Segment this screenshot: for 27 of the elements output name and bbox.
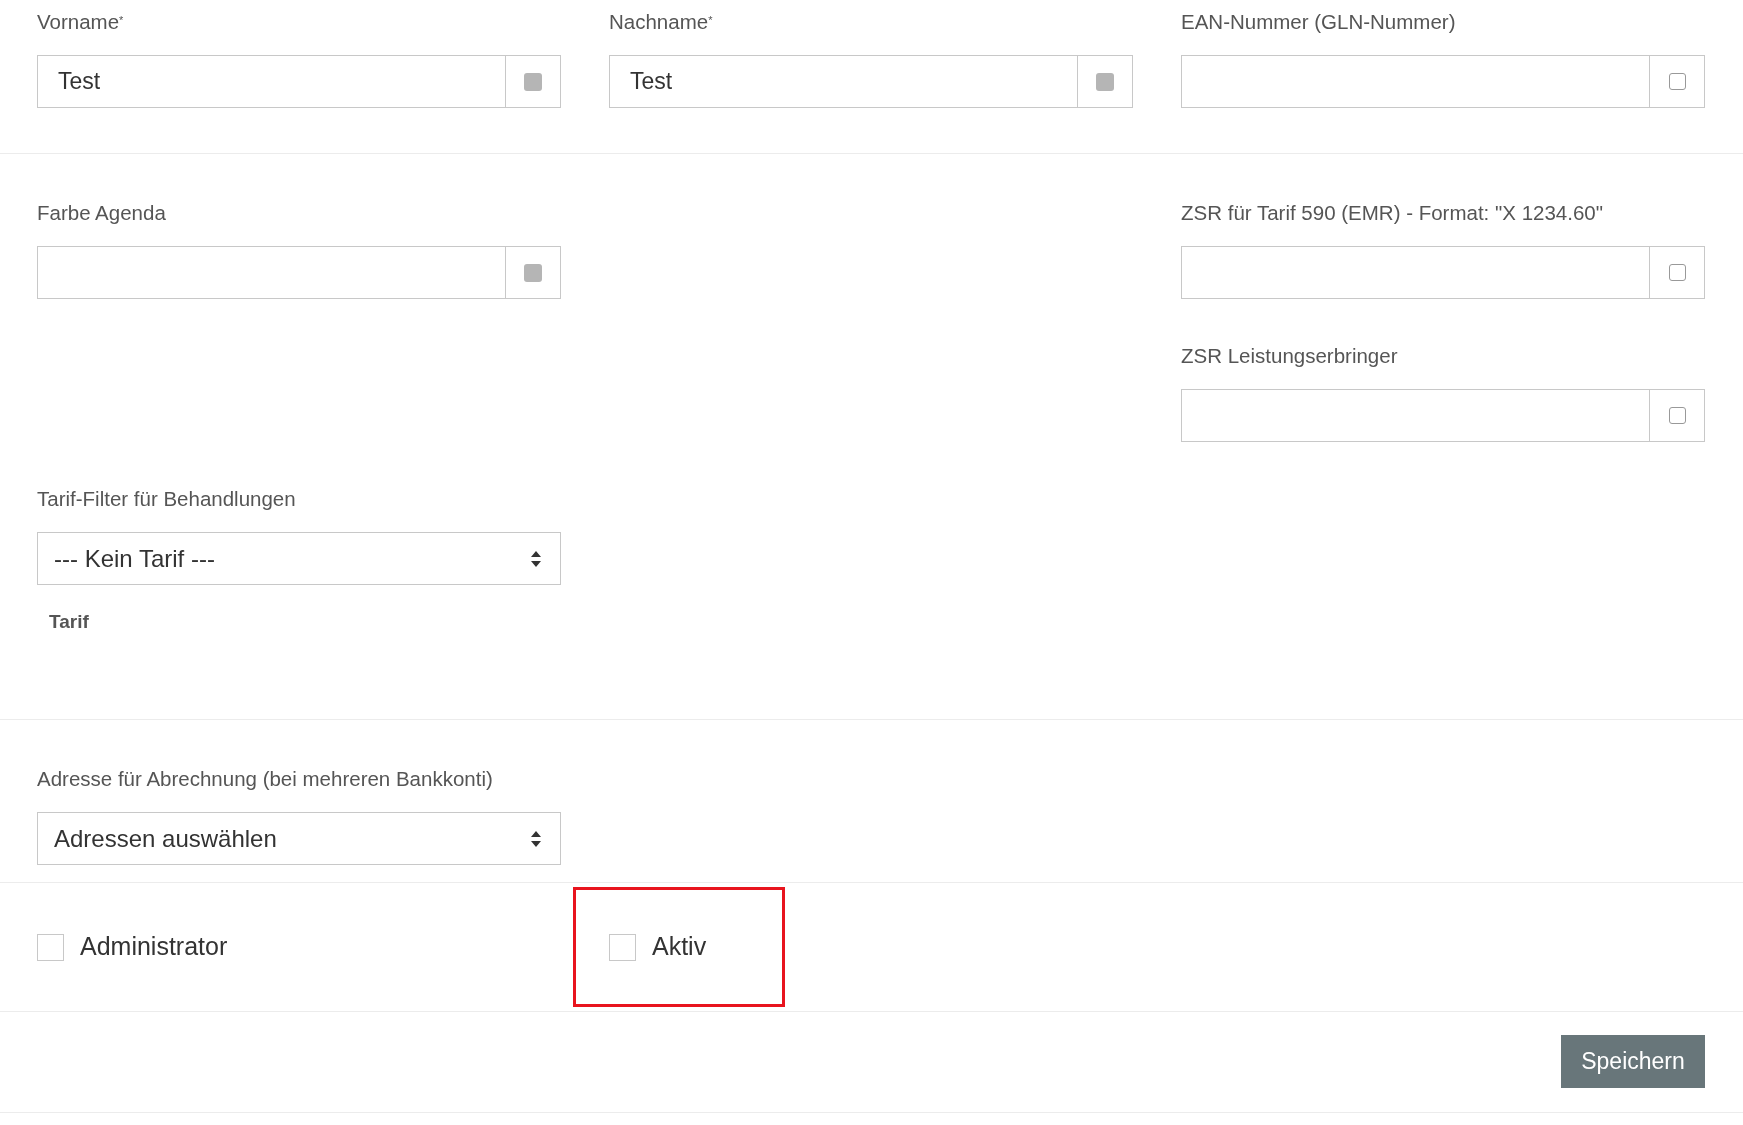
- field-label: Farbe Agenda: [37, 201, 167, 225]
- sort-arrows-icon: [530, 829, 542, 848]
- checkbox[interactable]: [1668, 73, 1686, 90]
- tarif-heading: Tarif: [49, 610, 89, 634]
- text-field[interactable]: [1181, 55, 1650, 108]
- checkbox[interactable]: [37, 933, 64, 961]
- field-label: Adresse für Abrechnung (bei mehreren Bankkonti): [37, 767, 494, 791]
- checkbox-label: Administrator: [80, 931, 228, 963]
- field-label: EAN-Nummer (GLN-Nummer): [1181, 10, 1457, 34]
- select-dropdown[interactable]: --- Kein Tarif ---: [37, 532, 561, 585]
- select-dropdown[interactable]: Adressen auswählen: [37, 812, 561, 865]
- sort-arrows-icon: [530, 549, 542, 568]
- text-field[interactable]: Test: [609, 55, 1078, 108]
- save-button[interactable]: Speichern: [1561, 1035, 1705, 1088]
- field-label: Vorname$^{*}$: [37, 10, 125, 34]
- field-label: Nachname$^{*}$: [609, 10, 714, 34]
- checkbox[interactable]: [1668, 264, 1686, 281]
- text-field[interactable]: [1181, 389, 1650, 442]
- field-label: Tarif-Filter für Behandlungen: [37, 487, 297, 511]
- field-label: ZSR für Tarif 590 (EMR) - Format: "X 1234.60": [1181, 201, 1605, 225]
- checkbox-label: Aktiv: [652, 931, 707, 963]
- text-field[interactable]: Test: [37, 55, 506, 108]
- text-field[interactable]: [37, 246, 506, 299]
- field-label: ZSR Leistungserbringer: [1181, 344, 1399, 368]
- text-field[interactable]: [1181, 246, 1650, 299]
- checkbox[interactable]: [609, 933, 636, 961]
- checkbox[interactable]: [1668, 407, 1686, 424]
